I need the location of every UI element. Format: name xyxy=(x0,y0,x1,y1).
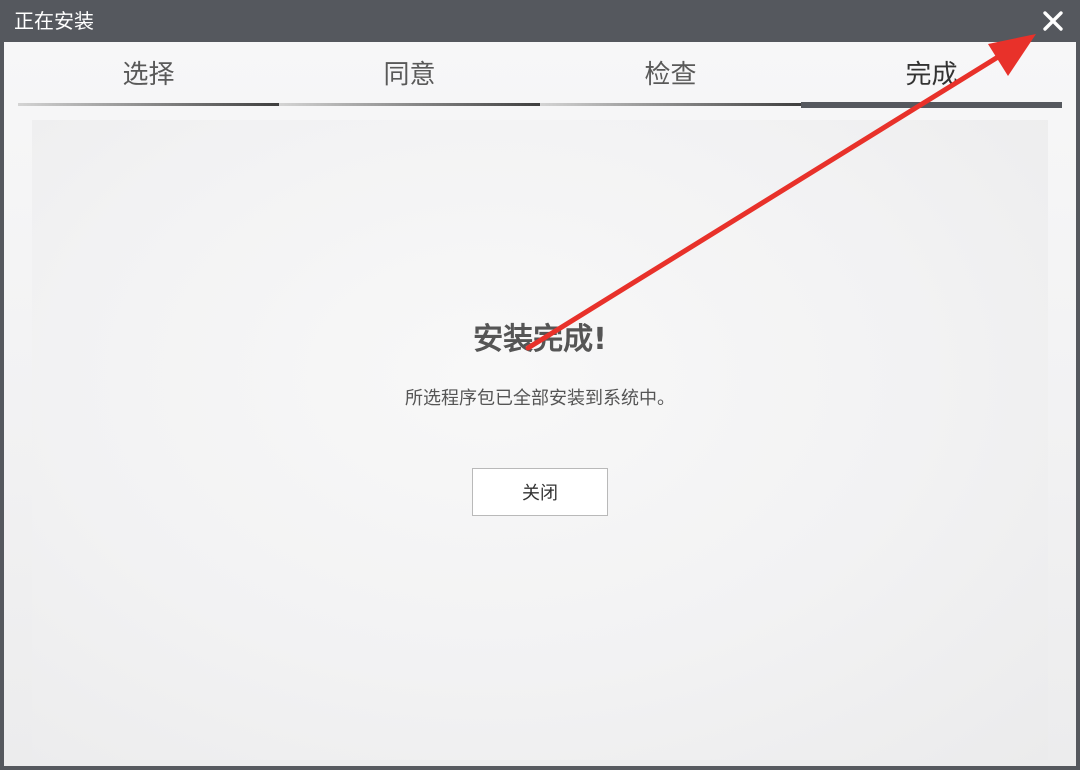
step-check[interactable]: 检查 xyxy=(540,52,801,110)
step-label: 检查 xyxy=(644,60,697,90)
step-label: 同意 xyxy=(383,60,436,90)
completion-heading: 安装完成! xyxy=(473,322,607,357)
step-finish[interactable]: 完成 xyxy=(801,52,1062,110)
content-panel xyxy=(32,120,1048,760)
step-bar xyxy=(18,103,279,106)
step-bar xyxy=(540,103,801,106)
step-select[interactable]: 选择 xyxy=(18,52,279,110)
installer-window: 正在安装 选择 同意 检查 完成 安装完成! 所选程序包已全部安装到系统中。 关… xyxy=(0,0,1080,770)
step-progress: 选择 同意 检查 完成 xyxy=(18,52,1062,110)
close-button[interactable]: 关闭 xyxy=(472,468,608,516)
installer-client-area: 选择 同意 检查 完成 安装完成! 所选程序包已全部安装到系统中。 关闭 xyxy=(4,42,1076,766)
step-label: 选择 xyxy=(122,60,175,90)
title-bar: 正在安装 xyxy=(0,0,1080,42)
close-icon[interactable] xyxy=(1036,4,1070,38)
step-bar xyxy=(279,103,540,106)
step-agree[interactable]: 同意 xyxy=(279,52,540,110)
window-title: 正在安装 xyxy=(14,9,94,33)
step-label: 完成 xyxy=(905,60,958,90)
completion-message: 所选程序包已全部安装到系统中。 xyxy=(405,388,675,409)
step-bar-active xyxy=(801,102,1062,108)
